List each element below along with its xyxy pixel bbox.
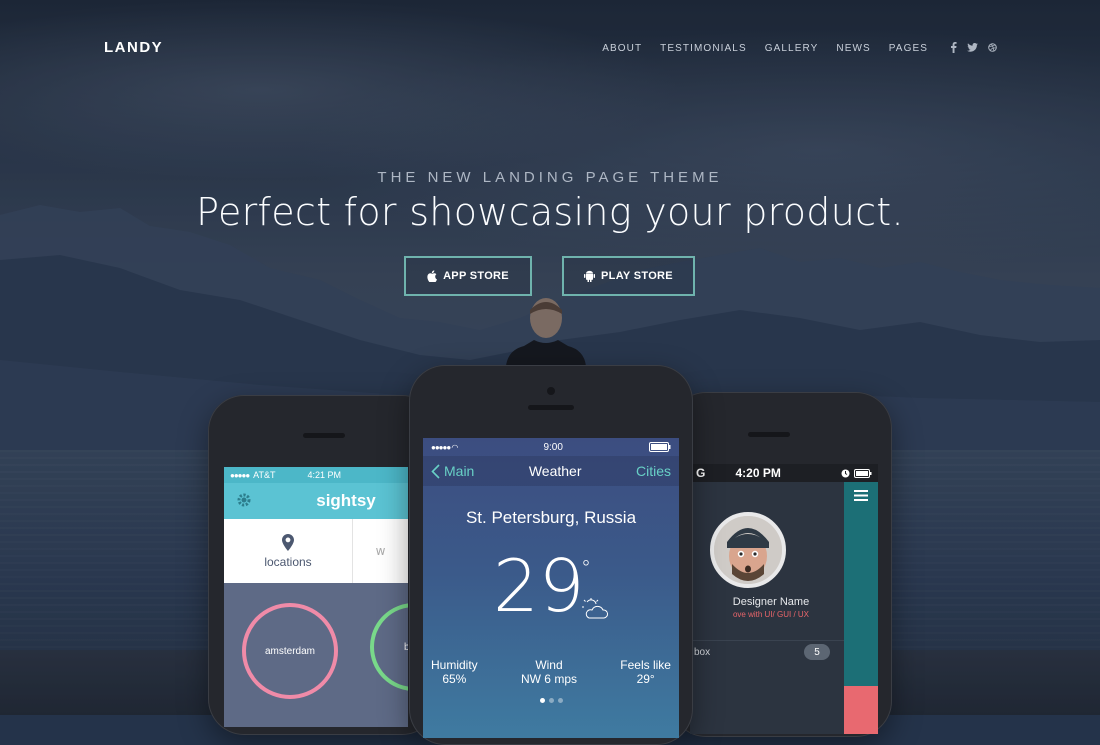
partly-cloudy-icon bbox=[582, 598, 608, 619]
app-store-label: APP STORE bbox=[443, 270, 509, 282]
clock-icon bbox=[841, 469, 850, 477]
signal-wifi-icon: ●●●●● ◠ bbox=[431, 442, 458, 452]
menu-icon[interactable] bbox=[854, 490, 868, 501]
nav-item-gallery[interactable]: GALLERY bbox=[765, 43, 819, 54]
nav-item-testimonials[interactable]: TESTIMONIALS bbox=[660, 43, 747, 54]
android-icon bbox=[584, 270, 596, 282]
status-time: 9:00 bbox=[543, 441, 563, 453]
app-name: sightsy bbox=[316, 491, 376, 510]
divider bbox=[690, 640, 844, 641]
profile-screen: G 4:20 PM Designer Name ove with UI/ GUI… bbox=[690, 464, 878, 734]
status-icons bbox=[841, 468, 872, 478]
weather-navbar: Main Weather Cities bbox=[423, 456, 679, 486]
stat-wind: Wind NW 6 mps bbox=[520, 658, 577, 686]
dribbble-icon[interactable] bbox=[988, 43, 997, 52]
app-store-button[interactable]: APP STORE bbox=[404, 256, 532, 296]
nav-item-pages[interactable]: PAGES bbox=[889, 43, 928, 54]
back-button[interactable]: Main bbox=[431, 463, 474, 479]
stat-humidity: Humidity 65% bbox=[431, 658, 478, 686]
main-nav: ABOUT TESTIMONIALS GALLERY NEWS PAGES bbox=[602, 43, 928, 54]
location-pin-icon bbox=[282, 533, 294, 551]
nav-item-news[interactable]: NEWS bbox=[836, 43, 870, 54]
play-store-label: PLAY STORE bbox=[601, 270, 673, 282]
brand-logo[interactable]: LANDY bbox=[104, 39, 163, 56]
tab-locations-label: locations bbox=[264, 554, 312, 569]
twitter-icon[interactable] bbox=[967, 43, 978, 52]
tab-locations[interactable]: locations bbox=[224, 519, 353, 583]
facebook-icon[interactable] bbox=[950, 42, 957, 53]
person-silhouette bbox=[506, 298, 586, 366]
stat-feels-like: Feels like 29° bbox=[620, 658, 671, 686]
inbox-label[interactable]: box bbox=[694, 647, 710, 658]
status-bar: ●●●●● AT&T 4:21 PM bbox=[224, 467, 408, 483]
inbox-count-badge: 5 bbox=[804, 644, 830, 660]
carrier-label: G bbox=[696, 466, 706, 480]
weather-stats: Humidity 65% Wind NW 6 mps Feels like 29… bbox=[423, 658, 679, 686]
social-links bbox=[950, 42, 997, 53]
page-indicator[interactable] bbox=[423, 698, 679, 703]
phone-weather: ●●●●● ◠ 9:00 Main Weather Cities St. Pet… bbox=[409, 365, 693, 745]
apple-icon bbox=[427, 270, 438, 282]
city-circle-amsterdam[interactable]: amsterdam bbox=[242, 603, 338, 699]
status-bar: G 4:20 PM bbox=[690, 464, 878, 482]
battery-icon bbox=[853, 468, 872, 478]
tab-bar: locations w bbox=[224, 519, 408, 583]
status-bar: ●●●●● ◠ 9:00 bbox=[423, 438, 679, 456]
chevron-left-icon bbox=[431, 463, 440, 479]
status-time: 4:21 PM bbox=[307, 470, 342, 480]
nav-item-about[interactable]: ABOUT bbox=[602, 43, 642, 54]
drawer-tab[interactable] bbox=[844, 686, 878, 734]
cities-button[interactable]: Cities bbox=[636, 463, 671, 479]
tab-other[interactable]: w bbox=[353, 519, 408, 583]
degree-symbol: ° bbox=[581, 556, 591, 580]
battery-icon bbox=[649, 442, 671, 452]
avatar-portrait bbox=[714, 516, 782, 584]
carrier-label: AT&T bbox=[253, 470, 276, 480]
weather-title: Weather bbox=[528, 463, 582, 479]
avatar[interactable] bbox=[710, 512, 786, 588]
hero-kicker: THE NEW LANDING PAGE THEME bbox=[377, 169, 723, 186]
side-drawer bbox=[844, 482, 878, 734]
profile-role: ove with UI/ GUI / UX bbox=[732, 610, 810, 619]
weather-screen: ●●●●● ◠ 9:00 Main Weather Cities St. Pet… bbox=[423, 438, 679, 738]
signal-dots-icon: ●●●●● bbox=[230, 470, 250, 480]
profile-name: Designer Name bbox=[732, 596, 810, 608]
city-circle-b[interactable]: b bbox=[370, 603, 408, 691]
status-time: 4:20 PM bbox=[735, 466, 781, 480]
phone-profile: G 4:20 PM Designer Name ove with UI/ GUI… bbox=[670, 392, 892, 737]
hero-headline: Perfect for showcasing your product. bbox=[196, 190, 904, 234]
temperature: 29 bbox=[493, 544, 585, 628]
app-header: sightsy bbox=[224, 483, 408, 519]
city-name: St. Petersburg, Russia bbox=[465, 508, 637, 527]
phone-sightsy: ●●●●● AT&T 4:21 PM sightsy locations w a… bbox=[208, 395, 438, 735]
play-store-button[interactable]: PLAY STORE bbox=[562, 256, 695, 296]
gear-icon[interactable] bbox=[236, 492, 252, 508]
sightsy-screen: ●●●●● AT&T 4:21 PM sightsy locations w a… bbox=[224, 467, 408, 727]
